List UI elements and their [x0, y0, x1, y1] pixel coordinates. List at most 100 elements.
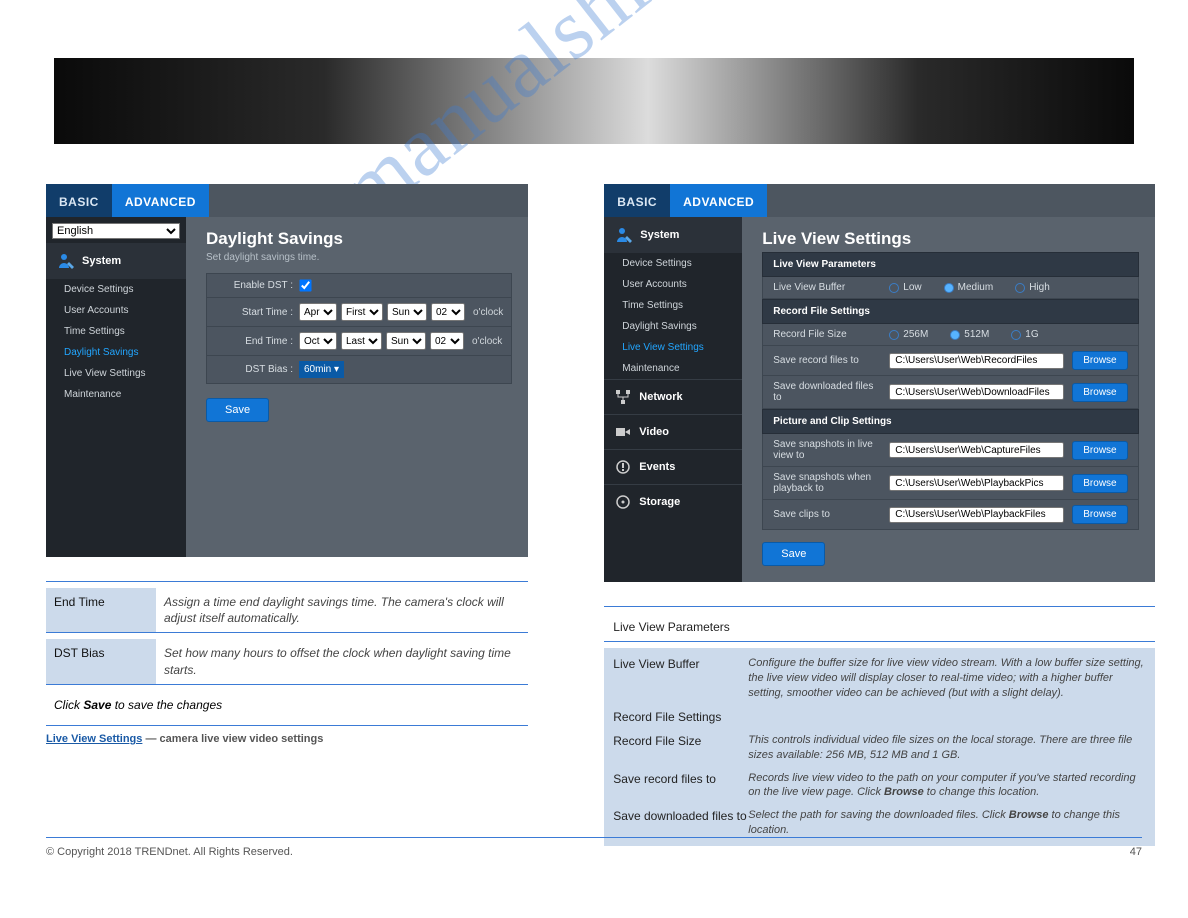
sidebar-item-user-accounts[interactable]: User Accounts: [46, 300, 186, 321]
right-text-sections: Live View Parameters Live View BufferCon…: [604, 606, 1154, 846]
desc-dst-bias-val: Set how many hours to offset the clock w…: [156, 639, 528, 683]
save-button-r[interactable]: Save: [762, 542, 825, 566]
sidebar-head-system-r[interactable]: System: [604, 217, 742, 253]
start-week-select[interactable]: First: [341, 303, 383, 321]
desc-end-time-key: End Time: [46, 588, 156, 632]
group-events-label: Events: [639, 461, 675, 473]
end-day-select[interactable]: Sun: [386, 332, 426, 350]
sidebar-group-video[interactable]: Video: [604, 414, 742, 449]
language-select[interactable]: English: [52, 223, 180, 239]
sidebar-right: System Device Settings User Accounts Tim…: [604, 217, 742, 582]
left-text-sections: End Time Assign a time end daylight savi…: [46, 581, 528, 749]
end-time-label: End Time :: [215, 336, 299, 347]
sidebar-item-live-view-settings[interactable]: Live View Settings: [46, 363, 186, 384]
browse-button-1[interactable]: Browse: [1072, 351, 1127, 370]
browse-button-2[interactable]: Browse: [1072, 383, 1127, 402]
save-record-files-label: Save record files to: [773, 355, 881, 366]
definitions-block: Live View BufferConfigure the buffer siz…: [604, 648, 1154, 846]
browse-button-5[interactable]: Browse: [1072, 505, 1127, 524]
browse-button-4[interactable]: Browse: [1072, 474, 1127, 493]
save-snapshots-playback-input[interactable]: [889, 475, 1064, 491]
group-video-label: Video: [639, 426, 669, 438]
sidebar-item-maintenance[interactable]: Maintenance: [46, 384, 186, 405]
sidebar-head-label: System: [82, 255, 121, 267]
page-number: 47: [1130, 846, 1142, 858]
group-storage-label: Storage: [639, 496, 680, 508]
app-right: BASIC ADVANCED System Device Settings Us…: [604, 184, 1154, 582]
page-title: Daylight Savings: [206, 229, 512, 249]
enable-dst-label: Enable DST :: [215, 280, 299, 291]
save-clips-input[interactable]: [889, 507, 1064, 523]
save-snapshots-live-input[interactable]: [889, 442, 1064, 458]
record-file-size-radios[interactable]: 256M 512M 1G: [889, 329, 1038, 340]
enable-dst-checkbox[interactable]: [299, 279, 311, 291]
sidebar-left: English System Device Settings User Acco…: [46, 217, 186, 557]
start-clock-suffix: o'clock: [469, 307, 503, 318]
start-month-select[interactable]: Apr: [299, 303, 337, 321]
person-wrench-icon: [614, 225, 634, 245]
sidebar-group-events[interactable]: Events: [604, 449, 742, 484]
sidebar-item-maintenance-r[interactable]: Maintenance: [604, 358, 742, 379]
doc-heading: Live View Parameters: [604, 613, 1154, 641]
start-day-select[interactable]: Sun: [387, 303, 427, 321]
save-record-files-input[interactable]: [889, 353, 1064, 369]
content-left: Daylight Savings Set daylight savings ti…: [186, 217, 528, 557]
brand-banner: [54, 58, 1134, 144]
sidebar-item-daylight-savings[interactable]: Daylight Savings: [46, 342, 186, 363]
save-clips-label: Save clips to: [773, 509, 881, 520]
app-left: BASIC ADVANCED English System: [46, 184, 528, 557]
end-clock-suffix: o'clock: [468, 336, 502, 347]
network-icon: [614, 388, 632, 406]
live-view-link[interactable]: Live View Settings — camera live view vi…: [46, 733, 323, 745]
sidebar-item-time-settings[interactable]: Time Settings: [46, 321, 186, 342]
dst-bias-select[interactable]: 60min ▾: [299, 361, 344, 378]
live-view-buffer-radios[interactable]: Low Medium High: [889, 282, 1050, 293]
tab-advanced[interactable]: ADVANCED: [112, 184, 209, 217]
sidebar-group-network[interactable]: Network: [604, 379, 742, 414]
tab-advanced-r[interactable]: ADVANCED: [670, 184, 767, 217]
desc-end-time-val: Assign a time end daylight savings time.…: [156, 588, 528, 632]
section-record-file: Record File Settings: [762, 299, 1138, 324]
copyright-text: © Copyright 2018 TRENDnet. All Rights Re…: [46, 846, 293, 858]
page-footer: © Copyright 2018 TRENDnet. All Rights Re…: [46, 837, 1142, 858]
sidebar-group-storage[interactable]: Storage: [604, 484, 742, 519]
live-view-buffer-label: Live View Buffer: [773, 282, 881, 293]
sidebar-item-live-view-settings-r[interactable]: Live View Settings: [604, 337, 742, 358]
storage-icon: [614, 493, 632, 511]
save-downloaded-files-input[interactable]: [889, 384, 1064, 400]
save-downloaded-files-label: Save downloaded files to: [773, 381, 881, 403]
record-file-size-label: Record File Size: [773, 329, 881, 340]
save-snapshots-live-label: Save snapshots in live view to: [773, 439, 881, 461]
video-icon: [614, 423, 632, 441]
events-icon: [614, 458, 632, 476]
browse-button-3[interactable]: Browse: [1072, 441, 1127, 460]
desc-dst-bias-key: DST Bias: [46, 639, 156, 683]
tab-basic-r[interactable]: BASIC: [604, 184, 670, 217]
sidebar-item-device-settings-r[interactable]: Device Settings: [604, 253, 742, 274]
start-hour-select[interactable]: 02: [431, 303, 465, 321]
click-save-note: Click Save to save the changes: [46, 691, 528, 719]
section-picture-clip: Picture and Clip Settings: [762, 409, 1138, 434]
save-snapshots-playback-label: Save snapshots when playback to: [773, 472, 881, 494]
start-time-label: Start Time :: [215, 307, 299, 318]
section-live-view-params: Live View Parameters: [762, 252, 1138, 277]
content-right: Live View Settings Live View Parameters …: [742, 217, 1154, 582]
page-subtitle: Set daylight savings time.: [206, 252, 512, 263]
end-month-select[interactable]: Oct: [299, 332, 337, 350]
end-week-select[interactable]: Last: [341, 332, 382, 350]
tab-basic[interactable]: BASIC: [46, 184, 112, 217]
page-title-r: Live View Settings: [762, 229, 1138, 249]
left-column: BASIC ADVANCED English System: [46, 184, 528, 846]
group-network-label: Network: [639, 391, 682, 403]
dst-bias-label: DST Bias :: [215, 364, 299, 375]
sidebar-item-user-accounts-r[interactable]: User Accounts: [604, 274, 742, 295]
end-hour-select[interactable]: 02: [430, 332, 464, 350]
sidebar-item-time-settings-r[interactable]: Time Settings: [604, 295, 742, 316]
sidebar-item-daylight-savings-r[interactable]: Daylight Savings: [604, 316, 742, 337]
save-button[interactable]: Save: [206, 398, 269, 422]
right-column: BASIC ADVANCED System Device Settings Us…: [604, 184, 1154, 846]
sidebar-head-label-r: System: [640, 229, 679, 241]
person-wrench-icon: [56, 251, 76, 271]
sidebar-item-device-settings[interactable]: Device Settings: [46, 279, 186, 300]
sidebar-head-system[interactable]: System: [46, 243, 186, 279]
